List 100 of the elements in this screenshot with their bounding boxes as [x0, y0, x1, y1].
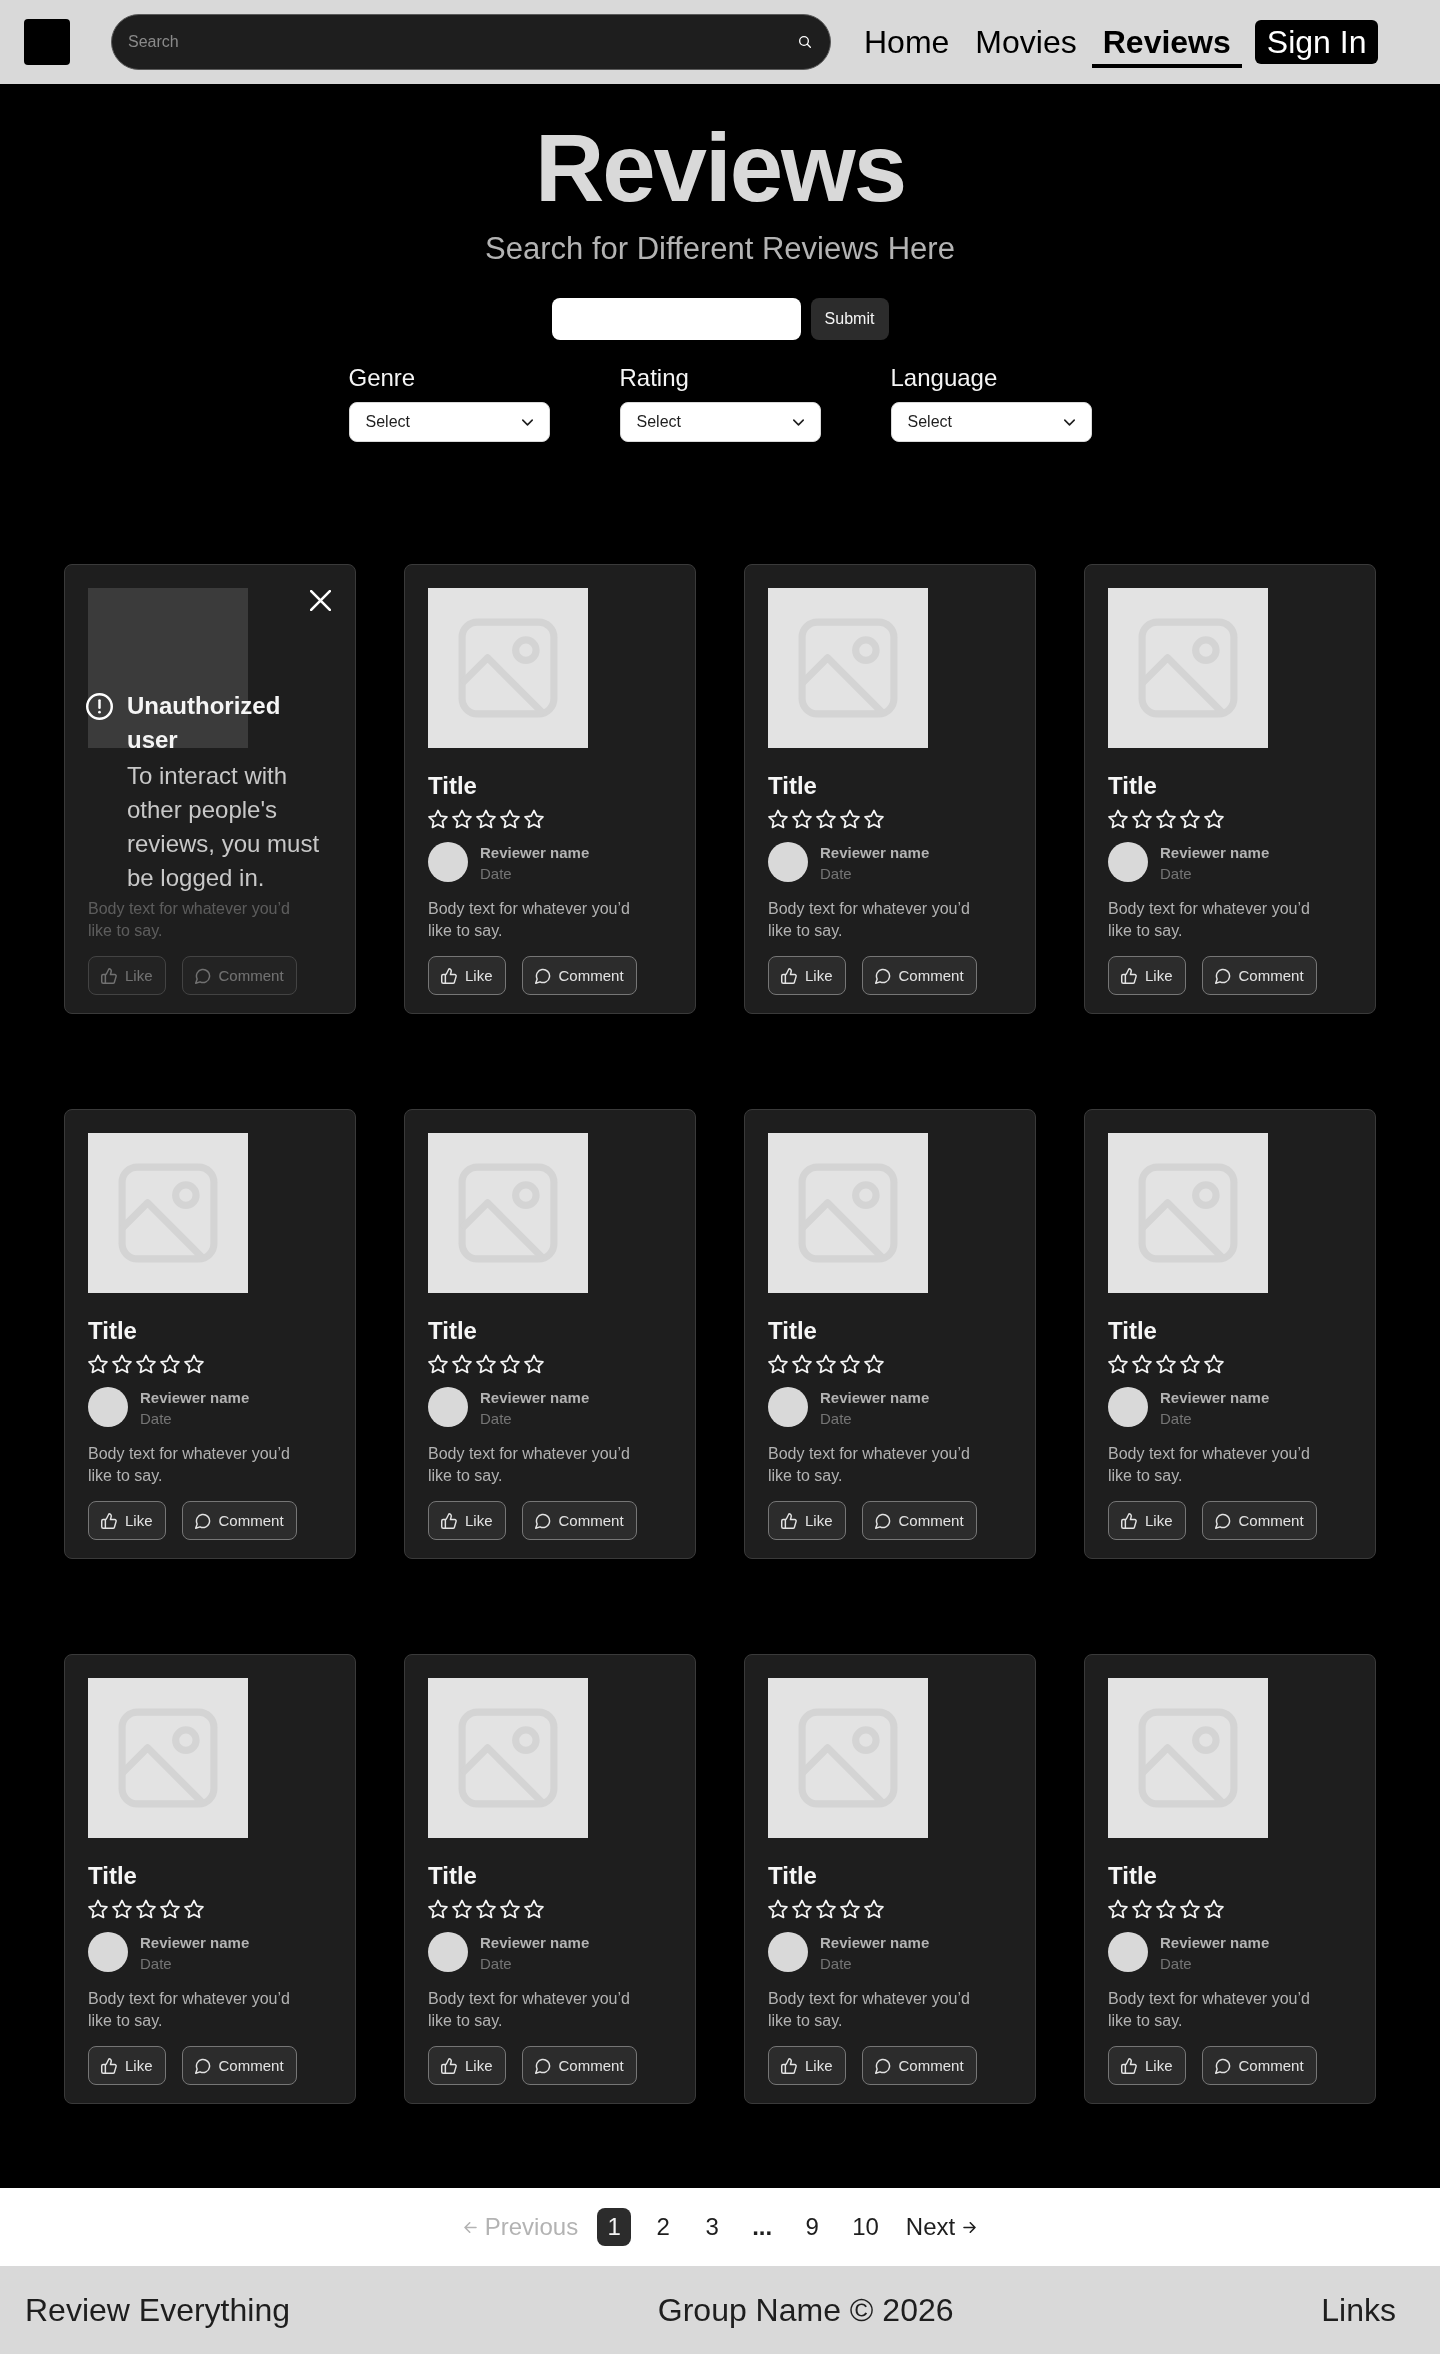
- search-icon[interactable]: [799, 36, 811, 48]
- star-icon: [428, 1354, 448, 1374]
- speech-bubble-icon: [1214, 2057, 1231, 2074]
- footer-link[interactable]: Links: [1321, 2291, 1396, 2329]
- comment-button[interactable]: Comment: [1201, 1501, 1317, 1540]
- search-field[interactable]: Search: [111, 14, 831, 70]
- like-button[interactable]: Like: [428, 1501, 506, 1540]
- thumbs-up-icon: [101, 1512, 117, 1529]
- page-button[interactable]: 10: [844, 2208, 887, 2246]
- pagination-ellipsis: ...: [751, 2213, 774, 2241]
- like-button[interactable]: Like: [88, 2046, 166, 2085]
- speech-bubble-icon: [194, 1512, 211, 1529]
- comment-button[interactable]: Comment: [1201, 956, 1317, 995]
- caret-icon: [792, 418, 804, 426]
- review-date: Date: [480, 1409, 513, 1429]
- footer-brand: Review Everything: [25, 2291, 290, 2329]
- filter-label: Rating: [619, 364, 690, 392]
- arrow-right-icon: [963, 2221, 977, 2233]
- footer-copyright: Group Name © 2026: [657, 2291, 954, 2329]
- comment-button[interactable]: Comment: [521, 2046, 637, 2085]
- page-button[interactable]: 9: [795, 2208, 830, 2246]
- speech-bubble-icon: [194, 967, 211, 984]
- review-body: Body text for whatever you’d like to say.: [1108, 899, 1311, 941]
- review-title: Title: [428, 771, 477, 801]
- search-input[interactable]: [551, 298, 801, 340]
- review-title: Title: [1108, 1861, 1157, 1891]
- star-icon: [768, 1354, 788, 1374]
- like-button[interactable]: Like: [428, 956, 506, 995]
- comment-button[interactable]: Comment: [521, 956, 637, 995]
- thumbs-up-icon: [101, 967, 117, 984]
- speech-bubble-icon: [874, 967, 891, 984]
- star-icon: [840, 1899, 860, 1919]
- comment-button[interactable]: Comment: [861, 1501, 977, 1540]
- star-icon: [1132, 809, 1152, 829]
- thumbs-up-icon: [441, 967, 457, 984]
- like-button[interactable]: Like: [768, 2046, 846, 2085]
- avatar-icon: [428, 1932, 468, 1972]
- like-button[interactable]: Like: [1108, 2046, 1186, 2085]
- star-icon: [160, 1899, 180, 1919]
- review-body: Body text for whatever you’d like to say.: [768, 899, 971, 941]
- reviewer-name: Reviewer name: [480, 1933, 590, 1953]
- review-date: Date: [820, 1954, 853, 1974]
- comment-button[interactable]: Comment: [181, 2046, 297, 2085]
- star-icon: [792, 809, 812, 829]
- arrow-left-icon: [463, 2221, 477, 2233]
- star-icon: [864, 809, 884, 829]
- filter-label: Genre: [348, 364, 417, 392]
- comment-button[interactable]: Comment: [521, 1501, 637, 1540]
- nav-tab[interactable]: Reviews: [1091, 16, 1242, 68]
- comment-button[interactable]: Comment: [861, 956, 977, 995]
- like-button[interactable]: Like: [428, 2046, 506, 2085]
- avatar-icon: [768, 842, 808, 882]
- review-date: Date: [480, 1954, 513, 1974]
- reviewer-name: Reviewer name: [1160, 1388, 1270, 1408]
- avatar-icon: [1108, 842, 1148, 882]
- notice-title: Unauthorized user: [127, 691, 282, 755]
- comment-button[interactable]: Comment: [1201, 2046, 1317, 2085]
- like-button[interactable]: Like: [88, 1501, 166, 1540]
- filter-label: Language: [890, 364, 999, 392]
- comment-button[interactable]: Comment: [181, 1501, 297, 1540]
- sign-in-button[interactable]: Sign In: [1254, 20, 1379, 64]
- star-icon: [184, 1354, 204, 1374]
- page-button[interactable]: 3: [695, 2208, 730, 2246]
- caret-icon: [1063, 418, 1075, 426]
- dropdown[interactable]: Select: [619, 402, 821, 442]
- reviewer-name: Reviewer name: [820, 1388, 930, 1408]
- avatar-icon: [768, 1932, 808, 1972]
- nav-tab[interactable]: Movies: [964, 16, 1088, 68]
- like-button[interactable]: Like: [768, 956, 846, 995]
- review-title: Title: [88, 1316, 137, 1346]
- star-icon: [864, 1354, 884, 1374]
- close-icon[interactable]: [310, 590, 331, 611]
- comment-button[interactable]: Comment: [861, 2046, 977, 2085]
- star-icon: [136, 1354, 156, 1374]
- like-button[interactable]: Like: [1108, 1501, 1186, 1540]
- star-icon: [500, 1354, 520, 1374]
- star-icon: [768, 809, 788, 829]
- star-icon: [500, 1899, 520, 1919]
- star-icon: [816, 1899, 836, 1919]
- like-button[interactable]: Like: [1108, 956, 1186, 995]
- speech-bubble-icon: [534, 2057, 551, 2074]
- star-icon: [476, 1899, 496, 1919]
- review-date: Date: [140, 1409, 173, 1429]
- thumbs-up-icon: [1121, 967, 1137, 984]
- speech-bubble-icon: [1214, 1512, 1231, 1529]
- star-icon: [1156, 1899, 1176, 1919]
- dropdown[interactable]: Select: [890, 402, 1092, 442]
- nav-tab[interactable]: Home: [853, 16, 961, 68]
- page-button[interactable]: 1: [597, 2208, 632, 2246]
- avatar-icon: [1108, 1387, 1148, 1427]
- submit-button[interactable]: Submit: [810, 298, 889, 340]
- dropdown[interactable]: Select: [348, 402, 550, 442]
- like-button[interactable]: Like: [768, 1501, 846, 1540]
- speech-bubble-icon: [534, 967, 551, 984]
- next-button[interactable]: Next: [901, 2213, 981, 2241]
- page-button[interactable]: 2: [646, 2208, 681, 2246]
- review-date: Date: [820, 864, 853, 884]
- avatar-icon: [428, 842, 468, 882]
- review-body: Body text for whatever you’d like to say.: [1108, 1989, 1311, 2031]
- star-icon: [476, 809, 496, 829]
